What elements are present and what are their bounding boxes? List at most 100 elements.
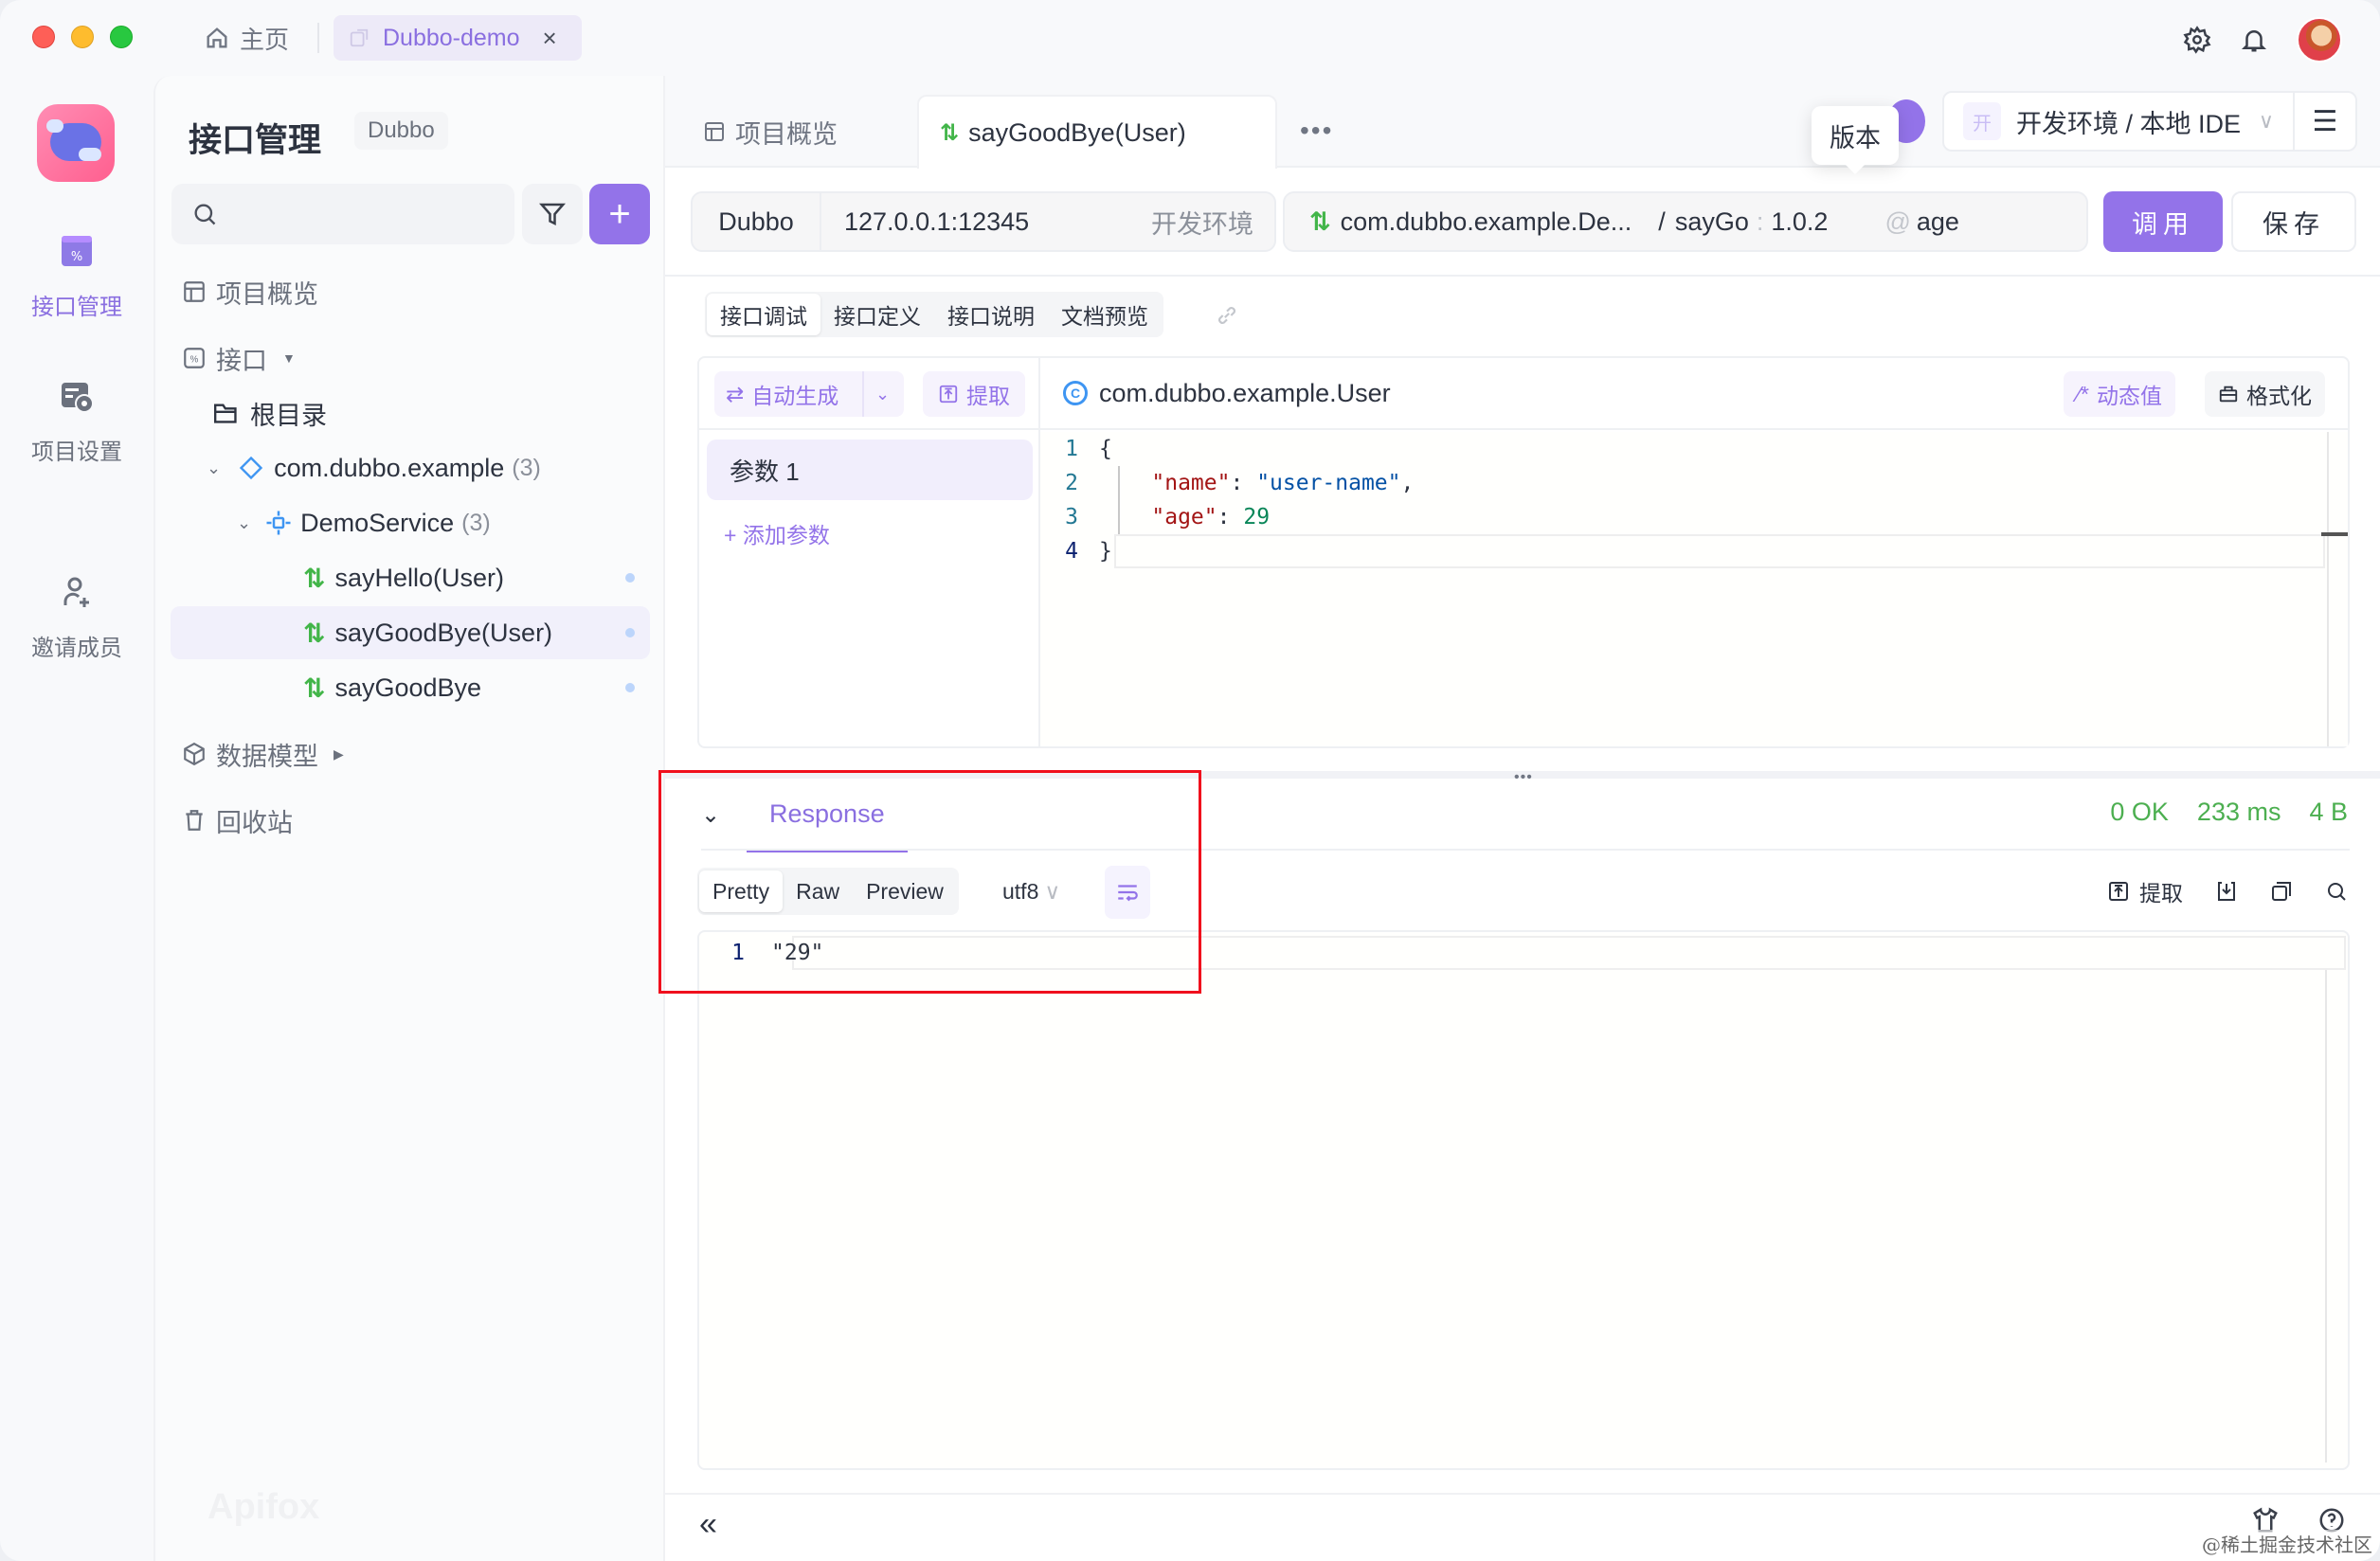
tree-item-method[interactable]: ⇅ sayGoodBye [171,661,650,714]
tab-response[interactable]: Response [747,779,908,852]
view-pretty[interactable]: Pretty [699,870,784,912]
collapse-sidebar-button[interactable]: « [699,1506,717,1543]
environment-label: 开发环境 / 本地 IDE [2016,109,2242,138]
trash-icon [186,810,203,831]
environment-select[interactable]: 开 开发环境 / 本地 IDE ∨ [1942,91,2295,152]
filter-button[interactable] [522,184,583,244]
add-param-button[interactable]: + 添加参数 [724,517,830,549]
tree-search-input[interactable] [171,184,514,244]
resize-handle[interactable]: ••• [665,769,2380,785]
nav-item-api-management[interactable]: % 接口管理 [0,232,153,321]
chevron-down-icon[interactable]: ⌄ [875,385,890,404]
format-icon [2219,386,2238,403]
code-token: , [1400,471,1415,495]
subtab-definition[interactable]: 接口定义 [820,294,934,335]
api-management-icon: % [62,236,92,266]
status-dot [625,628,635,637]
close-window-button[interactable] [32,26,55,48]
download-icon[interactable] [2215,880,2238,903]
group-value[interactable]: age [1917,207,1959,237]
auto-generate-button[interactable]: ⇄ 自动生成 ⌄ [714,371,904,417]
link-icon[interactable] [1215,303,1239,328]
request-code-editor[interactable]: 1{2 "name": "user-name", 3 "age": 29 4} [1040,432,2348,746]
add-button[interactable]: + [589,184,650,244]
param-item[interactable]: 参数 1 [707,440,1033,500]
tab-label: 项目概览 [735,119,838,149]
subtab-description[interactable]: 接口说明 [934,294,1048,335]
tree-item-overview[interactable]: 项目概览 [171,265,650,318]
params-list: ⇄ 自动生成 ⌄ 提取 参数 1 + 添加参数 [699,358,1040,746]
more-tabs-button[interactable]: ••• [1300,116,1333,146]
format-button[interactable]: 格式化 [2205,371,2325,417]
tree-item-label: 回收站 [216,808,293,837]
refresh-icon: ⇄ [726,381,745,406]
copy-icon[interactable] [2270,880,2293,903]
tree-item-label: DemoService [300,508,455,537]
titlebar-actions [2183,17,2342,63]
extract-button[interactable]: 提取 [923,371,1025,417]
bell-icon[interactable] [2240,26,2268,54]
save-button[interactable]: 保存 [2231,191,2356,252]
extract-label: 提取 [2139,881,2183,906]
encoding-select[interactable]: utf8 ∨ [1002,879,1060,905]
invoke-button[interactable]: 调用 [2103,191,2223,252]
editor-scrollbar[interactable] [2325,970,2327,1462]
dubbo-method-icon: ⇅ [303,618,326,648]
nav-item-invite-members[interactable]: 邀请成员 [0,573,153,662]
dynamic-value-button[interactable]: ⁄* 动态值 [2064,371,2175,417]
tree-item-label: 项目概览 [216,279,318,309]
status-dot [625,683,635,692]
maximize-window-button[interactable] [110,26,133,48]
divider [665,275,2380,277]
tree-section-recycle-bin[interactable]: 回收站 [171,794,650,847]
word-wrap-button[interactable] [1105,866,1150,919]
method-path-field[interactable]: ⇅ com.dubbo.example.De... / sayGo : 1.0.… [1283,191,2088,252]
collapse-chevron-icon[interactable]: ⌄ [701,801,720,829]
magic-wand-icon: ⁄* [2077,381,2089,406]
main-tabs-bar: 项目概览 ⇅ sayGoodBye(User) ••• 版本 开 开发环境 / … [665,76,2380,174]
code-token: : [1230,471,1257,495]
home-tab[interactable]: 主页 [204,17,289,59]
menu-button[interactable]: ☰ [2295,91,2357,152]
server-address-field[interactable]: Dubbo 127.0.0.1:12345 开发环境 [691,191,1276,252]
close-tab-icon[interactable]: × [543,24,557,53]
tree-item-service[interactable]: ⌄ DemoService (3) [171,496,650,549]
tree-item-root[interactable]: 根目录 [171,386,650,440]
gear-icon[interactable] [2183,26,2211,54]
search-icon[interactable] [2325,880,2348,903]
tree-item-count: (3) [512,454,541,481]
subtab-debug[interactable]: 接口调试 [707,294,820,335]
subtab-doc-preview[interactable]: 文档预览 [1048,294,1162,335]
method-separator: / [1658,206,1666,236]
response-body-editor[interactable]: 1 "29" [697,930,2350,1470]
minimize-window-button[interactable] [71,26,94,48]
view-preview[interactable]: Preview [853,870,957,912]
status-code: 0 OK [2110,798,2169,826]
response-size: 4 B [2309,798,2348,826]
tree-section-apis[interactable]: % 接口 ▼ [171,332,650,385]
version-value[interactable]: 1.0.2 [1771,207,1828,237]
class-icon: C [1063,381,1088,405]
project-tab[interactable]: Dubbo-demo × [334,15,582,61]
avatar[interactable] [2297,17,2342,63]
tree-section-data-models[interactable]: 数据模型 ▶ [171,727,650,780]
tree-item-method-selected[interactable]: ⇅ sayGoodBye(User) [171,606,650,659]
response-stats: 0 OK 233 ms 4 B [2110,798,2348,827]
format-label: 格式化 [2246,384,2312,408]
panel-title: 接口管理 [189,122,322,159]
invite-member-icon [63,577,89,607]
tree-item-package[interactable]: ⌄ com.dubbo.example (3) [171,441,650,494]
view-raw[interactable]: Raw [783,870,853,912]
tab-project-overview[interactable]: 项目概览 [703,95,838,169]
line-number: 3 [1065,505,1078,529]
code-token: "user-name" [1256,471,1401,495]
code-token: : [1217,505,1244,529]
version-separator: : [1756,206,1764,236]
code-token: } [1099,539,1112,564]
response-extract-button[interactable]: 提取 [2107,875,2183,907]
nav-item-project-settings[interactable]: 项目设置 [0,377,153,466]
tab-saygoodbye-user[interactable]: ⇅ sayGoodBye(User) [917,95,1277,169]
tree-item-method[interactable]: ⇅ sayHello(User) [171,551,650,604]
method-name: sayGo [1674,206,1749,236]
params-panel: ⇄ 自动生成 ⌄ 提取 参数 1 + 添加参数 C com.dubbo.exam… [697,356,2350,748]
